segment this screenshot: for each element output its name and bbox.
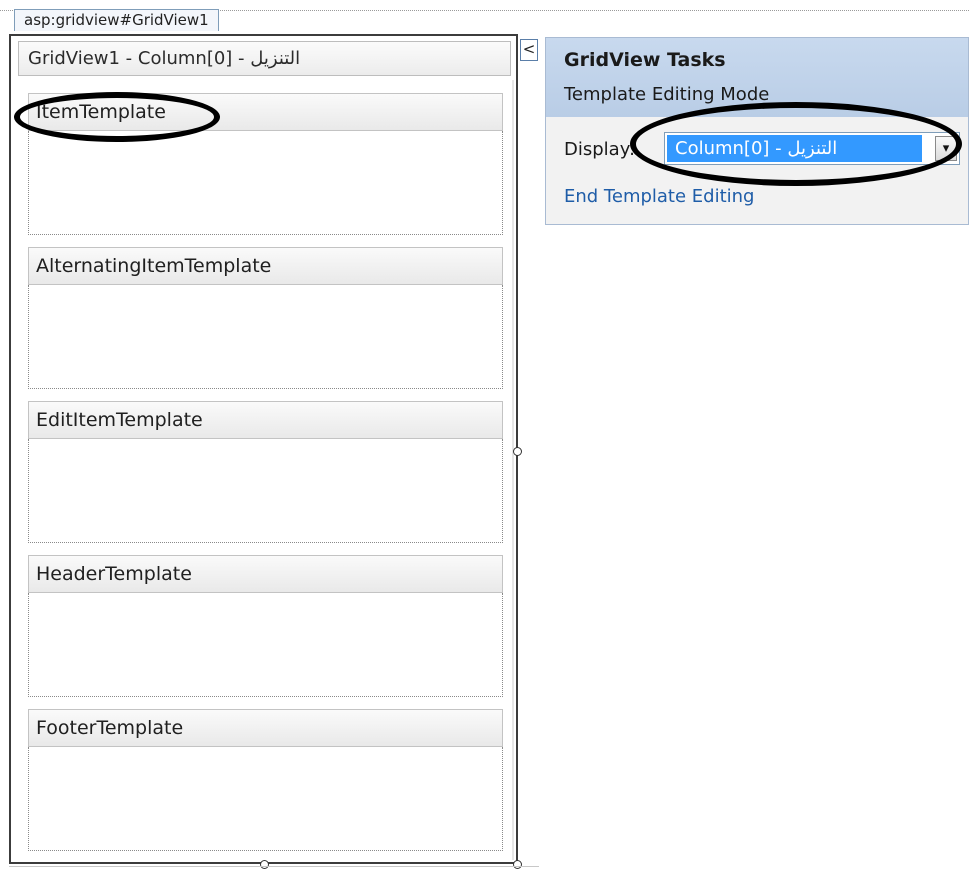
template-drop-area[interactable] (28, 285, 503, 389)
template-header: EditItemTemplate (28, 401, 503, 439)
display-label: Display: (564, 139, 636, 160)
gridview-tasks-panel: GridView Tasks Template Editing Mode Dis… (545, 37, 969, 225)
template-drop-area[interactable] (28, 439, 503, 543)
template-header: ItemTemplate (28, 93, 503, 131)
chevron-down-icon[interactable]: ▾ (935, 136, 957, 161)
template-drop-area[interactable] (28, 131, 503, 235)
tasks-panel-header: GridView Tasks Template Editing Mode (546, 38, 968, 117)
template-section-header: HeaderTemplate (28, 555, 503, 697)
grid-column-title: GridView1 - Column[0] - التنزيل (18, 41, 511, 76)
resize-handle-bottom[interactable] (260, 860, 269, 869)
designer-bottom-edge (9, 866, 539, 867)
template-section-edit: EditItemTemplate (28, 401, 503, 543)
resize-handle-right[interactable] (513, 447, 522, 456)
designer-scroll-strip (512, 80, 514, 860)
resize-handle-corner[interactable] (513, 860, 522, 869)
template-drop-area[interactable] (28, 593, 503, 697)
template-header: AlternatingItemTemplate (28, 247, 503, 285)
display-dropdown-value: Column[0] - التنزيل (667, 135, 922, 162)
template-section-alternating: AlternatingItemTemplate (28, 247, 503, 389)
template-header: HeaderTemplate (28, 555, 503, 593)
template-drop-area[interactable] (28, 747, 503, 851)
control-tag-label[interactable]: asp:gridview#GridView1 (14, 9, 219, 31)
template-header: FooterTemplate (28, 709, 503, 747)
template-section-item: ItemTemplate (28, 93, 503, 235)
template-section-footer: FooterTemplate (28, 709, 503, 851)
tasks-title: GridView Tasks (564, 49, 726, 71)
display-dropdown[interactable]: Column[0] - التنزيل ▾ (664, 132, 960, 165)
chevron-left-icon[interactable]: < (520, 39, 538, 61)
gridview-template-designer: GridView1 - Column[0] - التنزيل ItemTemp… (9, 34, 518, 864)
tasks-subtitle: Template Editing Mode (564, 84, 770, 105)
end-template-editing-link[interactable]: End Template Editing (564, 186, 754, 207)
